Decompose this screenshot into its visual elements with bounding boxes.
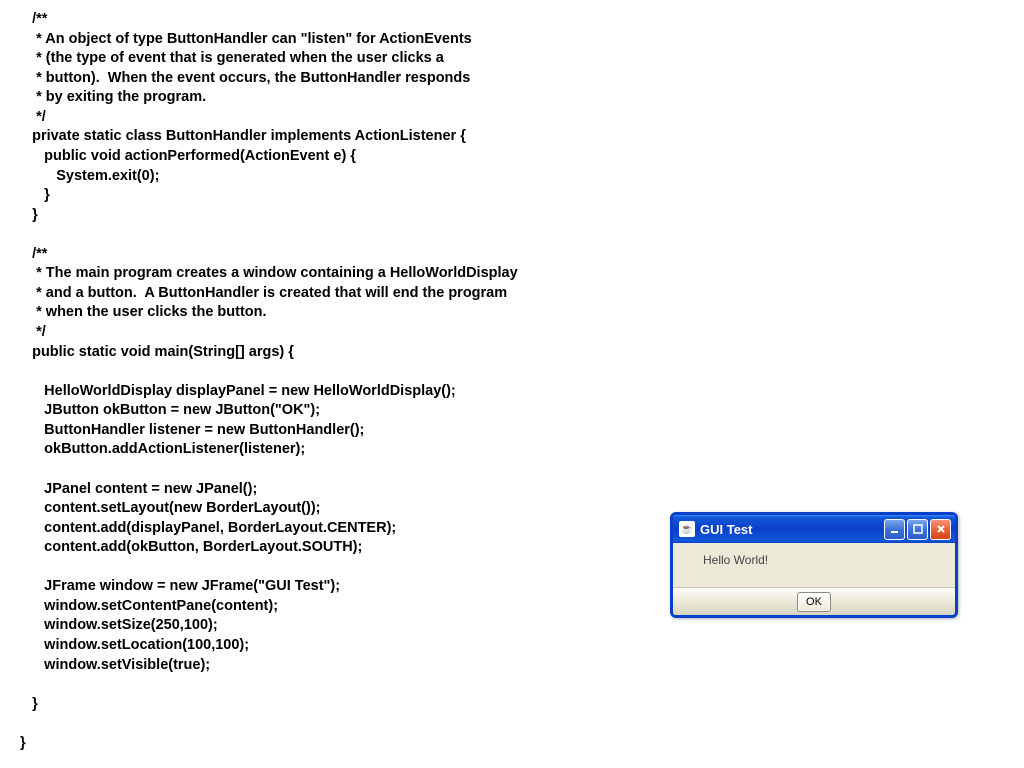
code-listing: /** * An object of type ButtonHandler ca… [0, 0, 1024, 763]
ok-button[interactable]: OK [797, 592, 831, 612]
minimize-button[interactable] [884, 519, 905, 540]
titlebar[interactable]: ☕ GUI Test [673, 515, 955, 543]
window-controls [884, 519, 951, 540]
maximize-button[interactable] [907, 519, 928, 540]
window-title: GUI Test [700, 522, 879, 537]
client-area: Hello World! OK [673, 543, 955, 615]
gui-window: ☕ GUI Test Hello World! OK [670, 512, 958, 618]
close-button[interactable] [930, 519, 951, 540]
hello-world-display: Hello World! [673, 543, 955, 587]
button-row: OK [673, 587, 955, 615]
java-icon: ☕ [679, 521, 695, 537]
